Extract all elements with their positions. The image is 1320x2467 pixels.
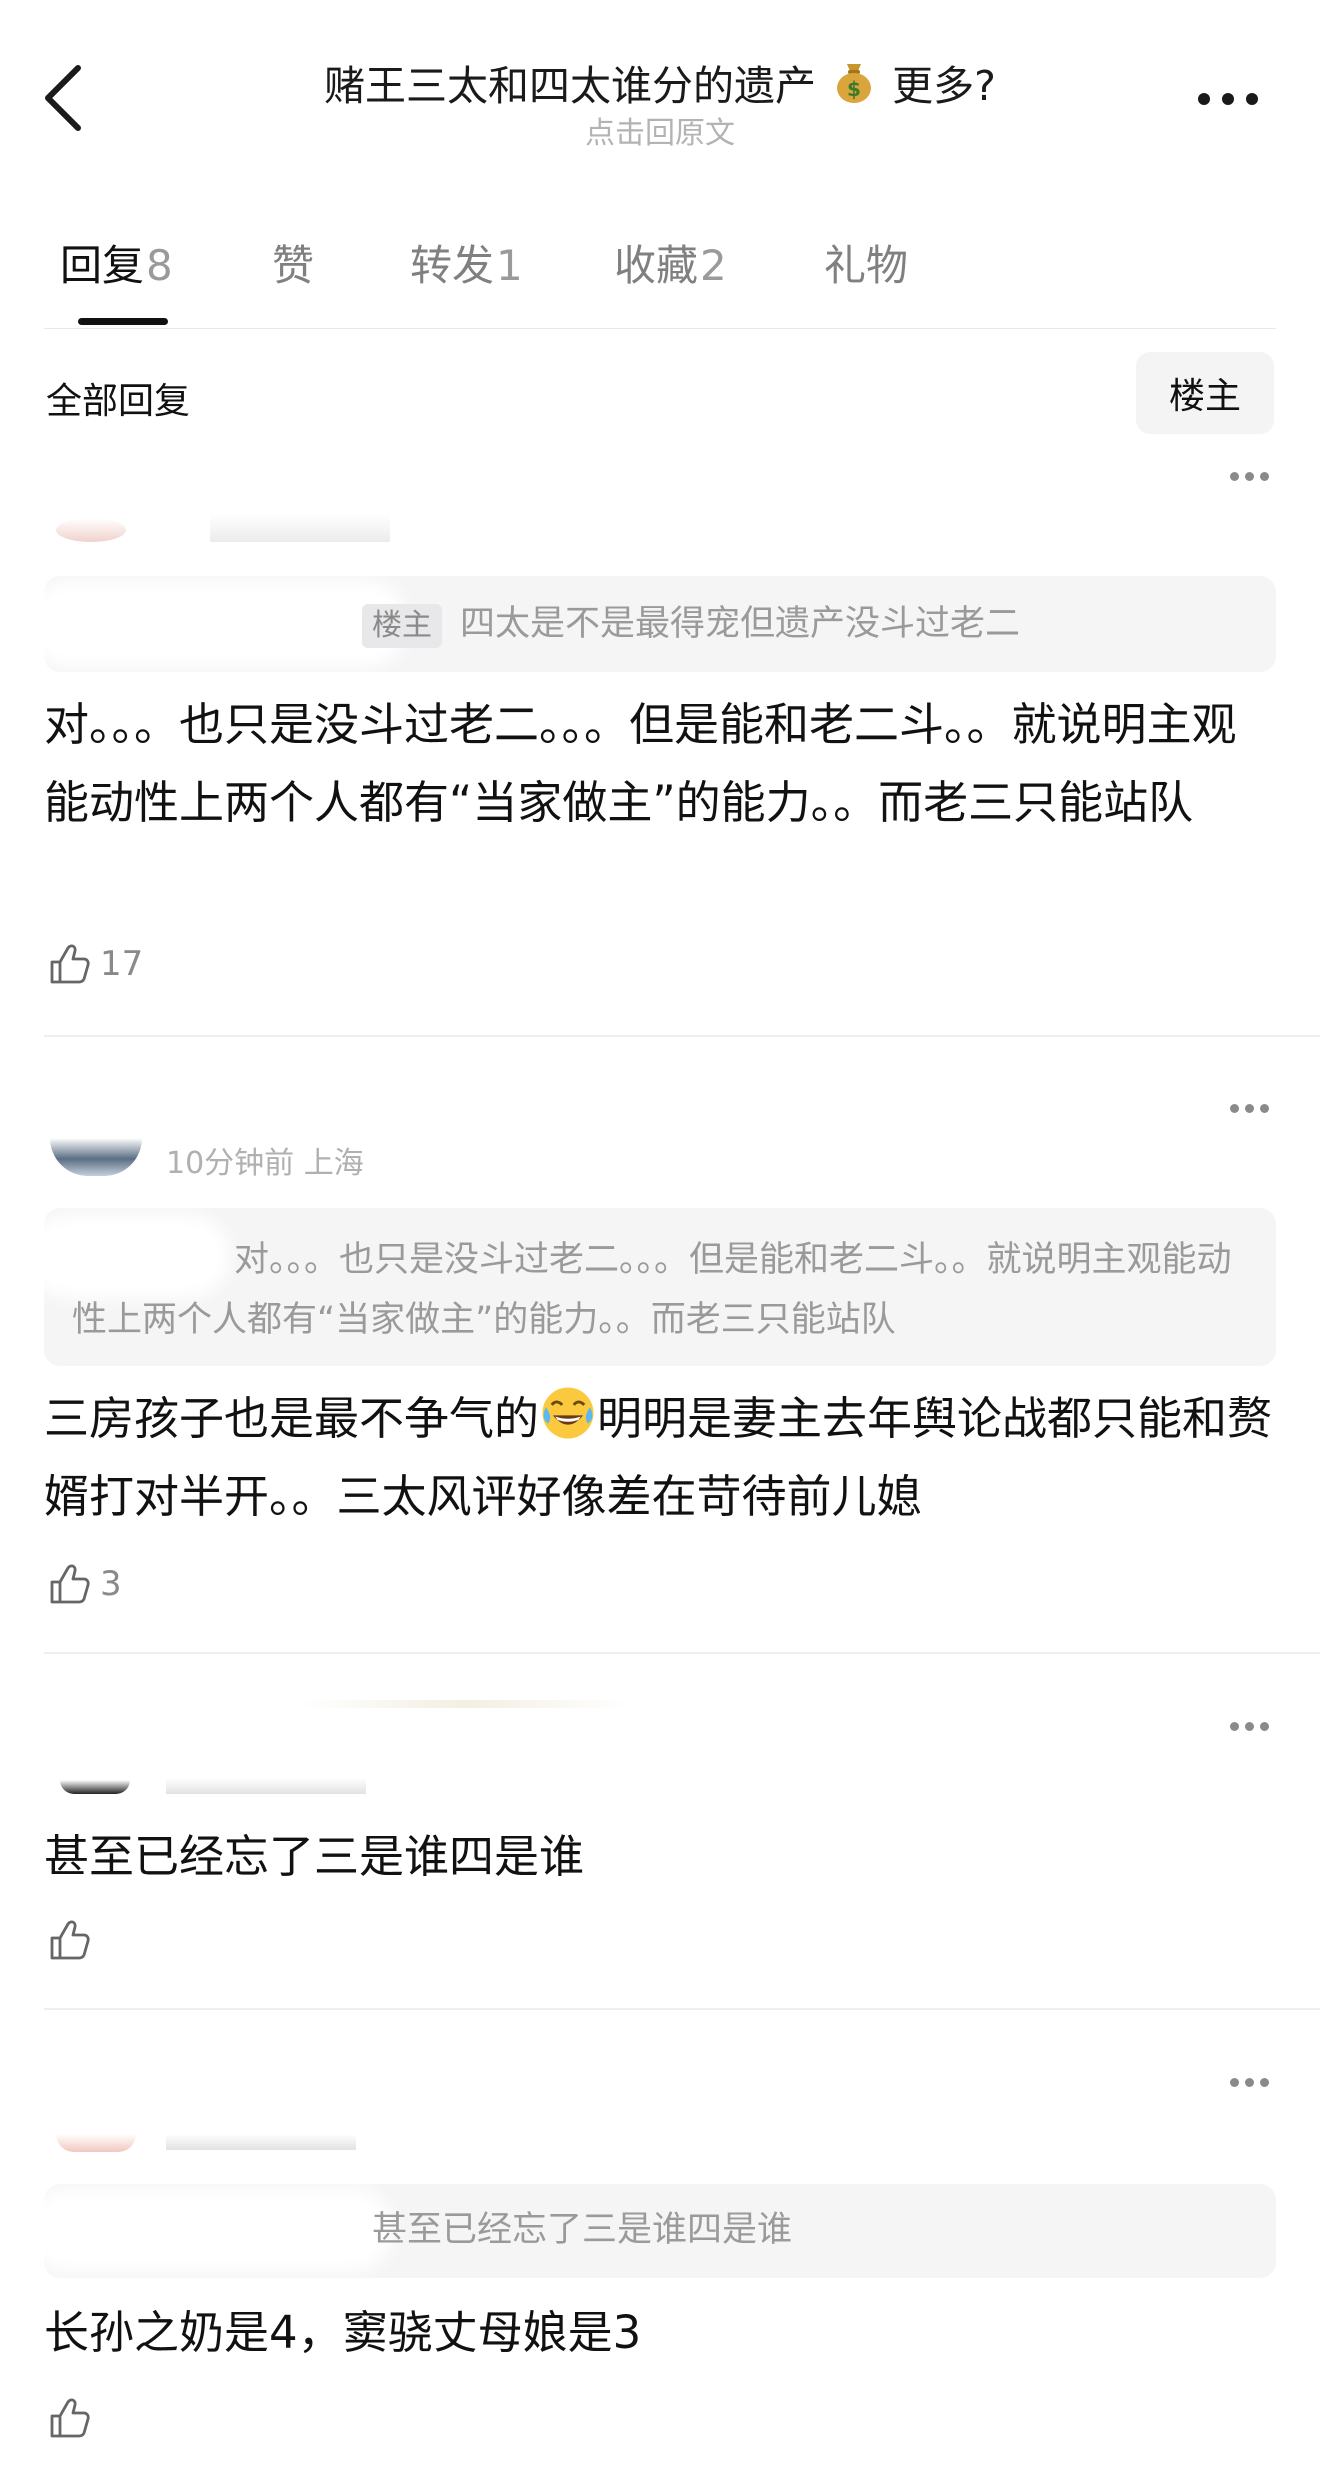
tab-reposts[interactable]: 转发1 — [410, 232, 523, 293]
like-icon[interactable] — [48, 942, 92, 986]
comment-meta — [166, 2134, 356, 2150]
tab-count: 1 — [496, 241, 523, 290]
redacted-username — [40, 2202, 380, 2258]
comment-more-icon[interactable] — [1230, 466, 1278, 481]
title-suffix: 更多? — [892, 62, 996, 110]
like-icon[interactable] — [48, 1562, 92, 1606]
tab-favorites[interactable]: 收藏2 — [614, 232, 727, 293]
active-tab-indicator — [78, 318, 168, 325]
comment-meta — [210, 514, 390, 542]
comment-more-icon[interactable] — [1230, 2072, 1278, 2087]
avatar[interactable] — [60, 1780, 130, 1794]
tab-count: 2 — [700, 241, 727, 290]
comment-more-icon[interactable] — [1230, 1716, 1278, 1731]
quoted-reply[interactable]: 对。。。也只是没斗过老二。。。但是能和老二斗。。就说明主观能动性上两个人都有“当… — [40, 1208, 1276, 1366]
comment-divider — [44, 2008, 1320, 2010]
comment-text: 长孙之奶是4，窦骁丈母娘是3 — [44, 2306, 642, 2359]
comment-divider — [44, 1652, 1320, 1654]
comment-divider — [44, 1035, 1320, 1037]
avatar[interactable] — [56, 518, 126, 542]
view-original-link[interactable]: 点击回原文 — [200, 108, 1120, 152]
svg-text:$: $ — [847, 77, 861, 101]
quote-text: 对。。。也只是没斗过老二。。。但是能和老二斗。。就说明主观能动性上两个人都有“当… — [72, 1240, 1232, 1340]
blurred-header — [300, 1700, 630, 1708]
quote-text: 甚至已经忘了三是谁四是谁 — [372, 2210, 793, 2250]
comment-text: 甚至已经忘了三是谁四是谁 — [44, 1830, 585, 1883]
like-icon[interactable] — [48, 1918, 92, 1962]
tab-label: 收藏 — [614, 241, 699, 290]
tab-label: 回复 — [60, 241, 145, 290]
redacted-username — [40, 594, 394, 654]
tab-label: 赞 — [272, 241, 315, 290]
like-count: 17 — [100, 944, 144, 984]
avatar[interactable] — [50, 1138, 142, 1176]
comment-text: 对。。。也只是没斗过老二。。。但是能和老二斗。。就说明主观能动性上两个人都有“当… — [44, 698, 1237, 829]
comment-text-part: 三房孩子也是最不争气的 — [44, 1392, 540, 1445]
more-options-icon[interactable] — [1196, 84, 1260, 114]
tears-of-joy-emoji-icon — [542, 1387, 594, 1439]
comment-more-icon[interactable] — [1230, 1098, 1278, 1113]
all-replies-label: 全部回复 — [46, 381, 191, 422]
comment-meta — [166, 1778, 366, 1794]
money-bag-icon: $ — [837, 64, 872, 103]
comment-text: 三房孩子也是最不争气的 明明是妻主去年舆论战都只能和赘婿打对半开。。三太风评好像… — [44, 1380, 1274, 1536]
quote-content: 楼主 四太是不是最得宠但遗产没斗过老二 — [362, 594, 1020, 654]
tab-likes[interactable]: 赞 — [272, 232, 314, 293]
avatar[interactable] — [56, 2134, 136, 2152]
tab-gifts[interactable]: 礼物 — [824, 232, 908, 293]
op-tag: 楼主 — [362, 604, 442, 648]
quoted-reply[interactable]: 楼主 四太是不是最得宠但遗产没斗过老二 — [40, 576, 1276, 672]
tab-label: 礼物 — [824, 241, 909, 290]
like-icon[interactable] — [48, 2396, 92, 2440]
tab-replies[interactable]: 回复8 — [60, 232, 173, 293]
back-arrow-icon[interactable] — [40, 62, 88, 134]
title-text: 赌王三太和四太谁分的遗产 — [324, 62, 817, 110]
like-count: 3 — [100, 1564, 122, 1604]
quoted-reply[interactable]: 甚至已经忘了三是谁四是谁 — [40, 2184, 1276, 2278]
quote-text: 四太是不是最得宠但遗产没斗过老二 — [460, 604, 1021, 644]
page-title: 赌王三太和四太谁分的遗产 $ 更多? — [200, 52, 1120, 112]
tabs-divider — [44, 328, 1276, 329]
tab-label: 转发 — [410, 241, 495, 290]
op-only-filter-button[interactable]: 楼主 — [1136, 352, 1274, 434]
comment-meta: 10分钟前 上海 — [166, 1146, 364, 1181]
tab-count: 8 — [146, 241, 173, 290]
